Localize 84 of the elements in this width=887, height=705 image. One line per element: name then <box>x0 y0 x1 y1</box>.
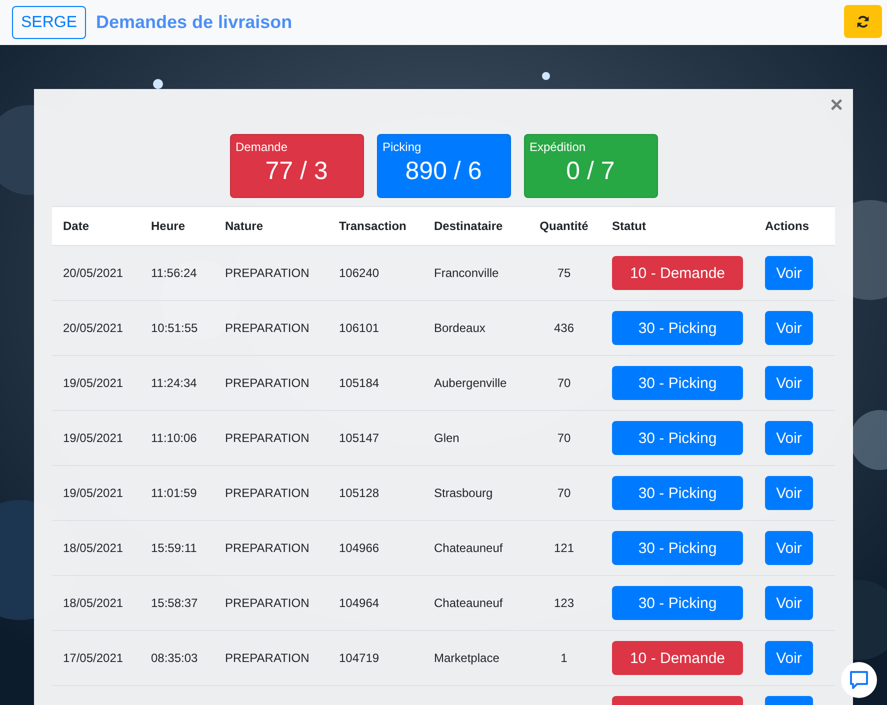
table-cell-text: 11:24:34 <box>150 376 198 390</box>
table-cell-text: 19/05/2021 <box>62 376 124 390</box>
table-cell-text: PREPARATION <box>224 541 310 555</box>
table-cell-text: PREPARATION <box>224 651 310 665</box>
view-button[interactable]: Voir <box>765 641 813 675</box>
status-button[interactable]: 30 - Picking <box>612 421 743 455</box>
table-cell-text: 75 <box>556 266 572 280</box>
status-button[interactable]: 30 - Picking <box>612 311 743 345</box>
table-cell-text: 70 <box>556 376 572 390</box>
table-cell-text: 18/05/2021 <box>62 596 124 610</box>
table-cell-text: Strasbourg <box>433 486 494 500</box>
view-button[interactable]: Voir <box>765 531 813 565</box>
close-button[interactable]: × <box>830 95 843 115</box>
column-header: Destinataire <box>433 219 504 233</box>
table-cell-text: 11:10:06 <box>150 431 198 445</box>
status-button[interactable]: 30 - Picking <box>612 366 743 400</box>
table-cell-text: PREPARATION <box>224 321 310 335</box>
view-button[interactable]: Voir <box>765 421 813 455</box>
table-cell-text: Glen <box>433 431 460 445</box>
table-cell-text: Chateauneuf <box>433 596 504 610</box>
table-cell-text: 11:56:24 <box>150 266 198 280</box>
table-cell-text: 121 <box>552 541 576 555</box>
table-cell-text: 123 <box>552 596 576 610</box>
table-cell-text: Chateauneuf <box>433 541 504 555</box>
table-cell-text: 1 <box>560 651 568 665</box>
table-cell-text: PREPARATION <box>224 486 310 500</box>
table-cell-text: PREPARATION <box>224 596 310 610</box>
column-header: Transaction <box>338 219 408 233</box>
table-cell-text: 106240 <box>338 266 380 280</box>
status-button[interactable]: 30 - Picking <box>612 531 743 565</box>
column-header: Quantité <box>538 219 590 233</box>
card-label: Demande <box>236 140 288 154</box>
table-cell-text: 106101 <box>338 321 380 335</box>
table-cell-text: 70 <box>556 431 572 445</box>
view-button[interactable]: Voir <box>765 586 813 620</box>
table-cell-text: 15:58:37 <box>150 596 199 610</box>
view-button[interactable]: Voir <box>765 476 813 510</box>
table-cell-text: Marketplace <box>433 651 500 665</box>
table-cell-text: 18/05/2021 <box>62 541 124 555</box>
table-cell-text: 19/05/2021 <box>62 431 124 445</box>
table-cell-text: 104964 <box>338 596 380 610</box>
table-cell-text: 11:01:59 <box>150 486 198 500</box>
view-button[interactable]: Voir <box>765 256 813 290</box>
refresh-icon <box>856 14 870 28</box>
table-cell-text: Aubergenville <box>433 376 508 390</box>
table-cell-text: 20/05/2021 <box>62 266 124 280</box>
status-button[interactable]: 10 - Demande <box>612 256 743 290</box>
column-header: Statut <box>611 219 647 233</box>
status-button[interactable]: 10 - Demande <box>612 641 743 675</box>
table-cell-text: Bordeaux <box>433 321 486 335</box>
card-value: 77 / 3 <box>265 157 328 186</box>
table-cell-text: PREPARATION <box>224 266 310 280</box>
table-cell-text: 10:51:55 <box>150 321 199 335</box>
user-button[interactable]: SERGE <box>12 6 86 39</box>
table-cell-text: PREPARATION <box>224 376 310 390</box>
table-cell-text: 19/05/2021 <box>62 486 124 500</box>
table-cell-text: Franconville <box>433 266 500 280</box>
refresh-button[interactable] <box>844 5 882 38</box>
column-header: Date <box>62 219 90 233</box>
card-label: Expédition <box>530 140 586 154</box>
table-cell-text: 105184 <box>338 376 380 390</box>
status-button[interactable]: 30 - Picking <box>612 476 743 510</box>
column-header: Actions <box>764 219 810 233</box>
view-button[interactable]: Voir <box>765 366 813 400</box>
table-cell-text: 08:35:03 <box>150 651 199 665</box>
table-cell-text: 20/05/2021 <box>62 321 124 335</box>
table-cell-text: 436 <box>552 321 576 335</box>
view-button[interactable]: Voir <box>765 311 813 345</box>
table-cell-text: 15:59:11 <box>150 541 198 555</box>
table-cell-text: 104966 <box>338 541 380 555</box>
card-value: 0 / 7 <box>566 157 615 186</box>
table-cell-text: 70 <box>556 486 572 500</box>
table-cell-text: 105128 <box>338 486 380 500</box>
table-cell-text: 104719 <box>338 651 380 665</box>
chat-icon <box>849 670 869 690</box>
table-cell-text: 17/05/2021 <box>62 651 124 665</box>
page-title: Demandes de livraison <box>96 12 294 33</box>
column-header: Nature <box>224 219 264 233</box>
card-value: 890 / 6 <box>405 157 482 186</box>
status-button[interactable]: 30 - Picking <box>612 586 743 620</box>
table-cell-text: PREPARATION <box>224 431 310 445</box>
card-label: Picking <box>382 140 422 154</box>
table-cell-text: 105147 <box>338 431 380 445</box>
column-header: Heure <box>150 219 186 233</box>
